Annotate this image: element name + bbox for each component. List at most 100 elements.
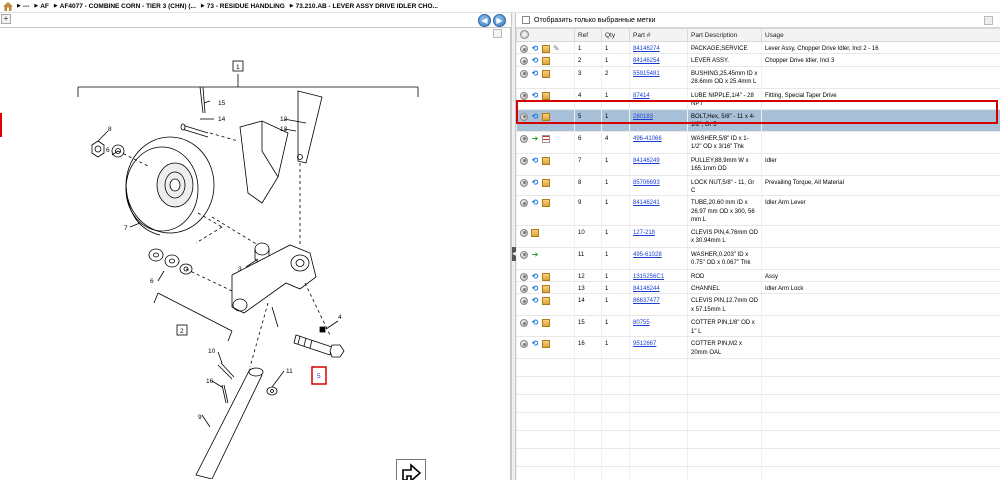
back-arrow-icon[interactable]: ◀ <box>478 14 491 27</box>
replace-arrow-icon[interactable]: ⟲ <box>531 199 539 207</box>
package-icon[interactable] <box>542 45 550 53</box>
part-number-link[interactable]: 84146254 <box>633 58 660 64</box>
table-row[interactable]: ➜ 6 4 496-41066 WASHER,5/8" ID x 1-1/2" OD x… <box>516 131 1000 154</box>
callout-label[interactable]: 11 <box>286 368 293 375</box>
column-header-usage[interactable]: Usage <box>761 28 1000 42</box>
replace-arrow-icon[interactable]: ⟲ <box>531 112 539 121</box>
package-icon[interactable] <box>542 178 550 187</box>
table-options-button[interactable] <box>984 16 993 25</box>
alternate-arrow-icon[interactable]: ➜ <box>531 134 539 143</box>
package-icon[interactable] <box>542 340 550 349</box>
select-radio-icon[interactable] <box>520 340 528 349</box>
callout-label[interactable]: 9 <box>198 414 202 421</box>
callout-label[interactable]: 1 <box>236 64 240 71</box>
part-number-link[interactable]: 9512667 <box>633 341 656 347</box>
column-header-part-number[interactable]: Part # <box>629 28 688 42</box>
select-radio-icon[interactable] <box>520 112 528 121</box>
tool-icon[interactable]: ✎ <box>553 45 561 53</box>
table-row[interactable]: ⟲ 15 1 80755 COTTER PIN,1/8" OD x 1" L <box>516 315 1000 338</box>
package-icon[interactable] <box>542 272 550 281</box>
replace-arrow-icon[interactable]: ⟲ <box>531 156 539 165</box>
part-number-link[interactable]: 84146241 <box>633 200 660 206</box>
callout-label[interactable]: 15 <box>218 100 226 107</box>
callout-label[interactable]: 12 <box>280 116 288 123</box>
callout-label[interactable]: 14 <box>218 116 226 123</box>
home-icon[interactable] <box>3 1 13 11</box>
select-radio-icon[interactable] <box>520 91 528 100</box>
part-number-link[interactable]: 1315256C1 <box>633 274 664 280</box>
breadcrumb-item[interactable]: --- <box>23 3 30 10</box>
select-radio-icon[interactable] <box>520 69 528 78</box>
replace-arrow-icon[interactable]: ⟲ <box>531 285 539 293</box>
package-icon[interactable] <box>542 57 550 66</box>
package-icon[interactable] <box>542 319 550 328</box>
forward-arrow-icon[interactable]: ▶ <box>493 14 506 27</box>
package-icon[interactable] <box>542 91 550 100</box>
replace-arrow-icon[interactable]: ⟲ <box>531 69 539 78</box>
column-header-actions[interactable] <box>516 28 575 42</box>
package-icon[interactable] <box>542 112 550 121</box>
breadcrumb-item[interactable]: 73 - RESIDUE HANDLING <box>207 3 285 10</box>
table-row[interactable]: ⟲ ✎ 1 1 84146274 PACKAGE,SERVICE Lever Assy, C… <box>516 41 1000 55</box>
table-row[interactable]: ⟲ 12 1 1315256C1 ROD Assy <box>516 269 1000 283</box>
table-row[interactable]: ⟲ 5 1 280183 BOLT,Hex, 5/8" - 11 x 4-1/2", G… <box>516 109 1000 132</box>
replace-arrow-icon[interactable]: ⟲ <box>531 178 539 187</box>
callout-label[interactable]: 7 <box>124 225 128 232</box>
part-number-link[interactable]: 84146244 <box>633 286 660 292</box>
package-icon[interactable] <box>542 297 550 306</box>
select-radio-icon[interactable] <box>520 57 528 66</box>
table-row[interactable]: 10 1 127-218 CLEVIS PIN,4.76mm OD x 30.94mm… <box>516 225 1000 248</box>
settings-gear-icon[interactable] <box>520 29 529 39</box>
column-header-ref[interactable]: Ref <box>574 28 602 42</box>
select-radio-icon[interactable] <box>520 134 528 143</box>
replace-arrow-icon[interactable]: ⟲ <box>531 91 539 100</box>
select-radio-icon[interactable] <box>520 250 528 259</box>
part-number-link[interactable]: 84146274 <box>633 46 660 52</box>
replace-arrow-icon[interactable]: ⟲ <box>531 297 539 305</box>
column-header-qty[interactable]: Qty <box>601 28 630 42</box>
select-radio-icon[interactable] <box>520 199 528 208</box>
part-number-link[interactable]: 87414 <box>633 93 650 99</box>
callout-label[interactable]: 3 <box>238 266 242 273</box>
export-button[interactable] <box>396 459 426 480</box>
table-row[interactable]: ⟲ 9 1 84146241 TUBE,20.60 mm ID x 26.97 mm O… <box>516 195 1000 226</box>
list-icon[interactable] <box>542 134 550 143</box>
callout-label[interactable]: 6 <box>150 278 154 285</box>
part-number-link[interactable]: 280183 <box>633 114 653 120</box>
callout-label[interactable]: 6 <box>106 147 110 154</box>
package-icon[interactable] <box>531 228 539 237</box>
table-row[interactable]: ⟲ 13 1 84146244 CHANNEL Idler Arm Lock <box>516 281 1000 295</box>
breadcrumb-item[interactable]: AF <box>40 3 49 10</box>
package-icon[interactable] <box>542 199 550 208</box>
table-row[interactable]: ⟲ 7 1 84146249 PULLEY,88.9mm W x 165.1mm OD I… <box>516 153 1000 176</box>
part-number-link[interactable]: 86637477 <box>633 298 660 304</box>
replace-arrow-icon[interactable]: ⟲ <box>531 340 539 348</box>
table-row[interactable]: ⟲ 2 1 84146254 LEVER ASSY. Chopper Drive Idle… <box>516 53 1000 67</box>
breadcrumb-item-current[interactable]: 73.210.AB - LEVER ASSY DRIVE IDLER CHO..… <box>296 3 438 10</box>
select-radio-icon[interactable] <box>520 319 528 328</box>
table-row[interactable]: ⟲ 3 2 55915481 BUSHING,25.45mm ID x 28.6mm O… <box>516 66 1000 89</box>
part-number-link[interactable]: 80755 <box>633 320 650 326</box>
table-row[interactable]: ⟲ 16 1 9512667 COTTER PIN,M2 x 20mm OAL <box>516 336 1000 360</box>
show-selected-only-label[interactable]: Отобразить только выбранные метки <box>534 17 655 24</box>
replace-arrow-icon[interactable]: ⟲ <box>531 272 539 281</box>
breadcrumb-item[interactable]: AF4077 - COMBINE CORN - TIER 3 (CHN) (..… <box>60 3 196 10</box>
part-number-link[interactable]: 496-41066 <box>633 136 662 142</box>
package-icon[interactable] <box>542 156 550 165</box>
part-number-link[interactable]: 495-61028 <box>633 252 662 258</box>
replace-arrow-icon[interactable]: ⟲ <box>531 45 539 53</box>
select-radio-icon[interactable] <box>520 45 528 53</box>
part-number-link[interactable]: 85706693 <box>633 180 660 186</box>
callout-label[interactable]: 13 <box>280 126 288 133</box>
part-number-link[interactable]: 127-218 <box>633 230 655 236</box>
select-radio-icon[interactable] <box>520 228 528 237</box>
callout-label[interactable]: 16 <box>206 378 214 385</box>
table-row[interactable]: ⟲ 4 1 87414 LUBE NIPPLE,1/4" - 28 NPT Fitting… <box>516 88 1000 110</box>
table-row[interactable]: ⟲ 8 1 85706693 LOCK NUT,5/8" - 11, Gr C Preva… <box>516 175 1000 197</box>
show-selected-only-checkbox[interactable] <box>522 16 530 24</box>
package-icon[interactable] <box>542 69 550 78</box>
callout-label[interactable]: 8 <box>108 126 112 133</box>
part-number-link[interactable]: 55915481 <box>633 71 660 77</box>
replace-arrow-icon[interactable]: ⟲ <box>531 57 539 65</box>
table-row[interactable]: ⟲ 14 1 86637477 CLEVIS PIN,12.7mm OD x 57.15… <box>516 293 1000 317</box>
